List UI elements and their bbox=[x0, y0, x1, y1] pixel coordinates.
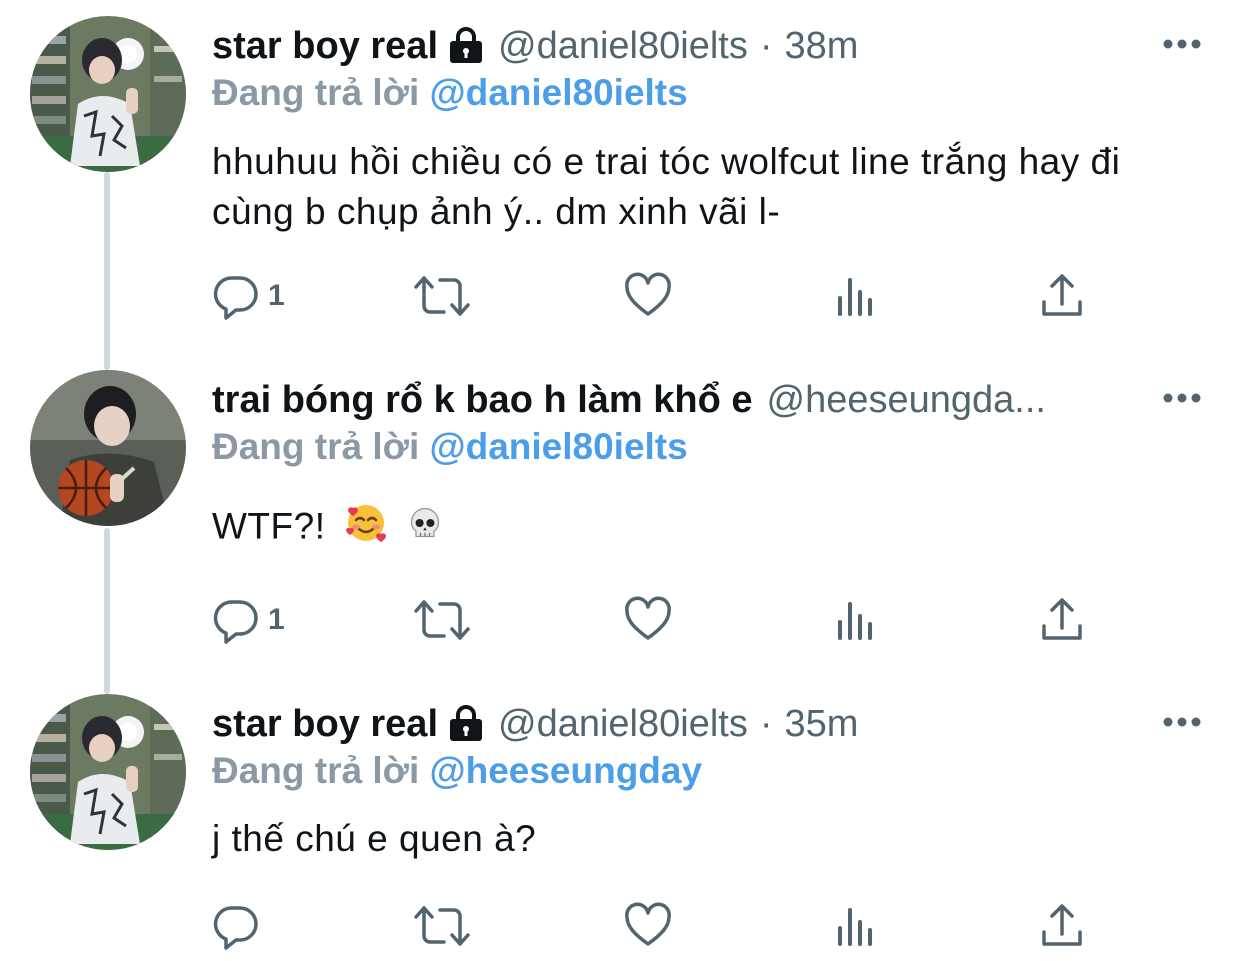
like-button[interactable] bbox=[624, 266, 672, 326]
retweet-button[interactable] bbox=[412, 266, 472, 326]
reply-button[interactable] bbox=[212, 896, 268, 956]
smiling-face-with-hearts-icon bbox=[344, 500, 388, 557]
avatar[interactable] bbox=[30, 16, 186, 172]
retweet-icon bbox=[414, 600, 470, 640]
tweet-header: trai bóng rổ k bao h làm khổ e @heeseung… bbox=[212, 372, 1202, 428]
replying-to-handle[interactable]: @heeseungday bbox=[430, 750, 703, 791]
replying-to-handle[interactable]: @daniel80ielts bbox=[430, 72, 688, 113]
replying-to-label: Đang trả lời bbox=[212, 72, 420, 113]
reply-button[interactable]: 1 bbox=[212, 590, 285, 650]
action-bar: 1 bbox=[212, 590, 1112, 650]
timestamp[interactable]: 35m bbox=[785, 703, 859, 746]
analytics-icon bbox=[838, 908, 872, 946]
mirror-selfie-avatar-image bbox=[30, 694, 186, 850]
avatar[interactable] bbox=[30, 694, 186, 850]
views-button[interactable] bbox=[832, 896, 880, 956]
action-bar bbox=[212, 896, 1112, 956]
tweet[interactable]: star boy real @daniel80ielts · 38m Đang … bbox=[0, 0, 1242, 370]
analytics-icon bbox=[838, 278, 872, 316]
tweet[interactable]: star boy real @daniel80ielts · 35m Đang … bbox=[0, 686, 1242, 961]
tweet-header: star boy real @daniel80ielts · 35m bbox=[212, 696, 1202, 752]
share-button[interactable] bbox=[1038, 590, 1086, 650]
display-name[interactable]: trai bóng rổ k bao h làm khổ e bbox=[212, 379, 753, 422]
replying-to: Đang trả lời @heeseungday bbox=[212, 750, 702, 800]
basketball-avatar-image bbox=[30, 370, 186, 526]
lock-icon bbox=[448, 27, 484, 65]
heart-icon bbox=[625, 272, 671, 316]
share-icon bbox=[1042, 274, 1082, 316]
analytics-icon bbox=[838, 602, 872, 640]
share-icon bbox=[1042, 598, 1082, 640]
more-options-icon[interactable] bbox=[1162, 716, 1202, 728]
like-button[interactable] bbox=[624, 896, 672, 956]
more-options-icon[interactable] bbox=[1162, 392, 1202, 404]
share-button[interactable] bbox=[1038, 266, 1086, 326]
tweet-text: WTF?! bbox=[212, 505, 326, 547]
heart-icon bbox=[625, 596, 671, 640]
reply-icon bbox=[213, 906, 258, 950]
tweet-header: star boy real @daniel80ielts · 38m bbox=[212, 18, 1202, 74]
replying-to: Đang trả lời @daniel80ielts bbox=[212, 72, 688, 122]
reply-count: 1 bbox=[268, 279, 285, 312]
like-button[interactable] bbox=[624, 590, 672, 650]
avatar[interactable] bbox=[30, 370, 186, 526]
views-button[interactable] bbox=[832, 266, 880, 326]
separator-dot: · bbox=[759, 702, 773, 745]
skull-icon bbox=[407, 504, 443, 554]
retweet-button[interactable] bbox=[412, 590, 472, 650]
replying-to-label: Đang trả lời bbox=[212, 426, 420, 467]
timestamp[interactable]: 38m bbox=[785, 25, 859, 68]
mirror-selfie-avatar-image bbox=[30, 16, 186, 172]
display-name[interactable]: star boy real bbox=[212, 703, 438, 746]
tweet[interactable]: trai bóng rổ k bao h làm khổ e @heeseung… bbox=[0, 360, 1242, 690]
retweet-icon bbox=[414, 906, 470, 946]
tweet-text: hhuhuu hồi chiều có e trai tóc wolfcut l… bbox=[212, 141, 1121, 232]
views-button[interactable] bbox=[832, 590, 880, 650]
display-name[interactable]: star boy real bbox=[212, 25, 438, 68]
heart-icon bbox=[625, 902, 671, 946]
lock-icon bbox=[448, 705, 484, 743]
share-button[interactable] bbox=[1038, 896, 1086, 956]
retweet-button[interactable] bbox=[412, 896, 472, 956]
reply-icon bbox=[213, 276, 258, 320]
user-handle[interactable]: @heeseungda... bbox=[767, 379, 1046, 422]
replying-to-label: Đang trả lời bbox=[212, 750, 420, 791]
separator-dot: · bbox=[759, 24, 773, 67]
retweet-icon bbox=[414, 276, 470, 316]
reply-count: 1 bbox=[268, 603, 285, 636]
more-options-icon[interactable] bbox=[1162, 38, 1202, 50]
reply-icon bbox=[213, 600, 258, 644]
tweet-text: j thế chú e quen à? bbox=[212, 818, 537, 859]
user-handle[interactable]: @daniel80ielts bbox=[498, 25, 748, 68]
tweet-text-container: WTF?! bbox=[212, 500, 1162, 557]
replying-to: Đang trả lời @daniel80ielts bbox=[212, 426, 688, 476]
reply-button[interactable]: 1 bbox=[212, 266, 285, 326]
user-handle[interactable]: @daniel80ielts bbox=[498, 703, 748, 746]
share-icon bbox=[1042, 904, 1082, 946]
action-bar: 1 bbox=[212, 266, 1112, 326]
replying-to-handle[interactable]: @daniel80ielts bbox=[430, 426, 688, 467]
